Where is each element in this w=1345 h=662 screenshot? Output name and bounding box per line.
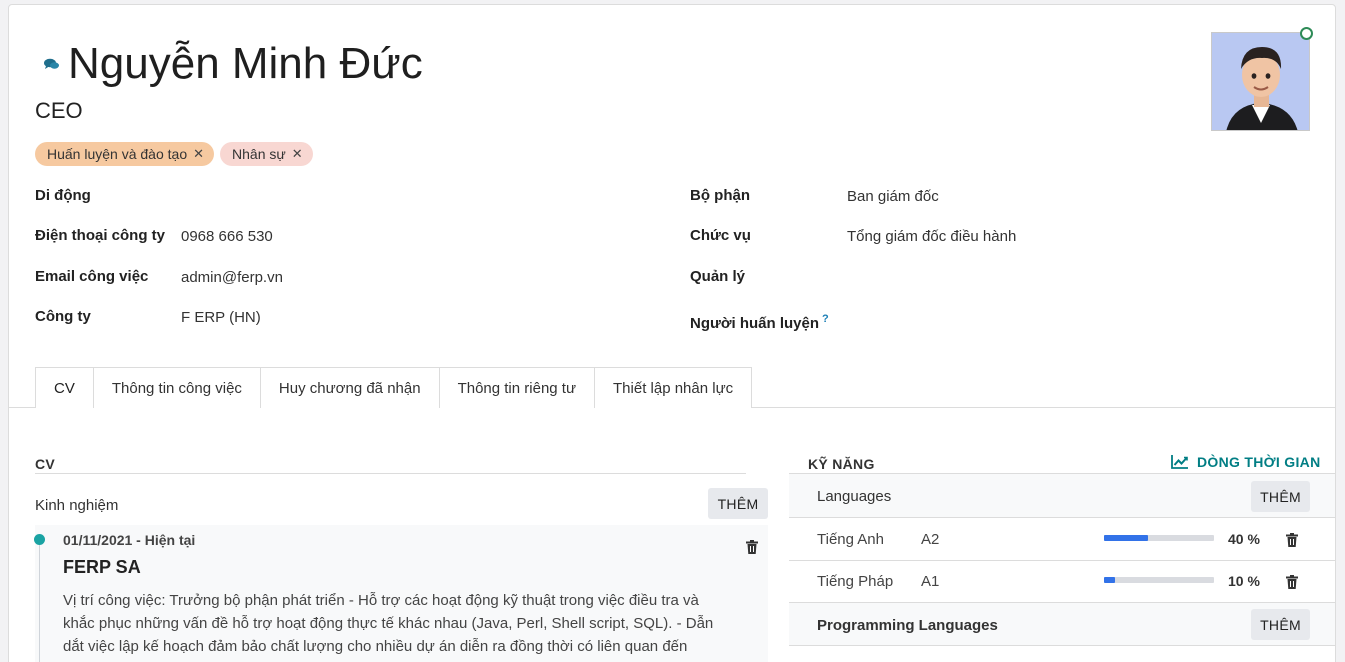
skill-row-divider [789,645,1335,646]
skill-name: Tiếng Pháp [817,573,894,590]
presence-status-icon [1300,27,1313,40]
skill-level: A1 [921,573,940,590]
tab-cv[interactable]: CV [35,367,94,408]
job-position-field[interactable]: Tổng giám đốc điều hành [847,228,1016,245]
remove-tag-icon[interactable]: ✕ [292,146,303,162]
delete-skill-icon[interactable] [1286,575,1298,589]
tag-training[interactable]: Huấn luyện và đào tạo ✕ [35,142,215,166]
skill-type-languages: Languages [817,488,892,505]
add-language-skill-button[interactable]: THÊM [1251,481,1310,512]
job-position-label: Chức vụ [690,227,751,244]
mobile-phone-label: Di động [35,187,91,204]
company-field[interactable]: F ERP (HN) [181,309,261,326]
tab-hr-settings[interactable]: Thiết lập nhân lực [594,367,753,408]
active-tab-gap [36,407,90,409]
tab-private-information[interactable]: Thông tin riêng tư [438,367,596,408]
notebook-tabs: CV Thông tin công việc Huy chương đã nhậ… [35,367,753,408]
manager-label: Quản lý [690,268,746,285]
avatar-image [1212,33,1309,130]
resume-entry-description: Vị trí công việc: Trưởng bộ phận phát tr… [63,592,714,655]
add-programming-skill-button[interactable]: THÊM [1251,609,1310,640]
skill-level: A2 [921,531,940,548]
manager-field[interactable] [847,269,1147,289]
skill-progress-fill [1104,535,1148,541]
skills-timeline-label: DÒNG THỜI GIAN [1197,454,1321,470]
skill-row-divider [789,517,1335,518]
work-phone-field[interactable]: 0968 666 530 [181,228,273,245]
work-email-field[interactable]: admin@ferp.vn [181,269,283,286]
tab-work-information[interactable]: Thông tin công việc [92,367,261,408]
employee-name[interactable]: Nguyễn Minh Đức [68,39,423,89]
skill-progress-fill [1104,577,1115,583]
remove-tag-icon[interactable]: ✕ [193,146,204,162]
timeline-line [39,541,40,662]
coach-field[interactable] [847,313,1147,333]
skill-progress-label: 40 % [1228,531,1260,547]
work-email-label: Email công việc [35,268,149,285]
tag-label: Huấn luyện và đào tạo [47,146,188,162]
skill-progress-bar [1104,535,1214,541]
delete-resume-entry-icon[interactable] [746,540,758,554]
help-tooltip-icon[interactable]: ? [822,313,829,325]
timeline-dot-icon [34,534,45,545]
mobile-phone-field[interactable] [181,187,481,207]
skill-progress-bar [1104,577,1214,583]
coach-label-text: Người huấn luyện [690,315,820,332]
delete-skill-icon[interactable] [1286,533,1298,547]
resume-entry-company: FERP SA [63,557,141,577]
coach-label: Người huấn luyện? [690,313,829,332]
tag-hr[interactable]: Nhân sự ✕ [220,142,313,166]
resume-section-title: CV [35,456,56,472]
skill-progress-label: 10 % [1228,573,1260,589]
tab-badges[interactable]: Huy chương đã nhận [259,367,440,408]
department-label: Bộ phận [690,187,750,204]
chat-icon[interactable] [43,57,61,71]
skill-row-divider [789,560,1335,561]
resume-divider [35,473,746,474]
employee-avatar[interactable] [1211,32,1310,131]
add-experience-button[interactable]: THÊM [708,488,768,519]
tag-label: Nhân sự [232,146,286,162]
tag-list: Huấn luyện và đào tạo ✕ Nhân sự ✕ [35,142,313,166]
work-phone-label: Điện thoại công ty [35,227,166,244]
skill-name: Tiếng Anh [817,531,884,548]
department-field[interactable]: Ban giám đốc [847,188,939,205]
employee-form-sheet: Nguyễn Minh Đức CEO Huấn luyện và đào tạ… [8,4,1336,662]
line-chart-icon [1171,455,1188,469]
resume-entry-date: 01/11/2021 - Hiện tại [63,532,196,548]
company-label: Công ty [35,308,91,325]
skills-section-title: KỸ NĂNG [808,456,875,472]
experience-group-label: Kinh nghiệm [35,497,119,514]
skills-timeline-button[interactable]: DÒNG THỜI GIAN [1171,454,1320,470]
skill-type-programming-languages: Programming Languages [817,617,998,634]
employee-job-title[interactable]: CEO [35,98,83,124]
